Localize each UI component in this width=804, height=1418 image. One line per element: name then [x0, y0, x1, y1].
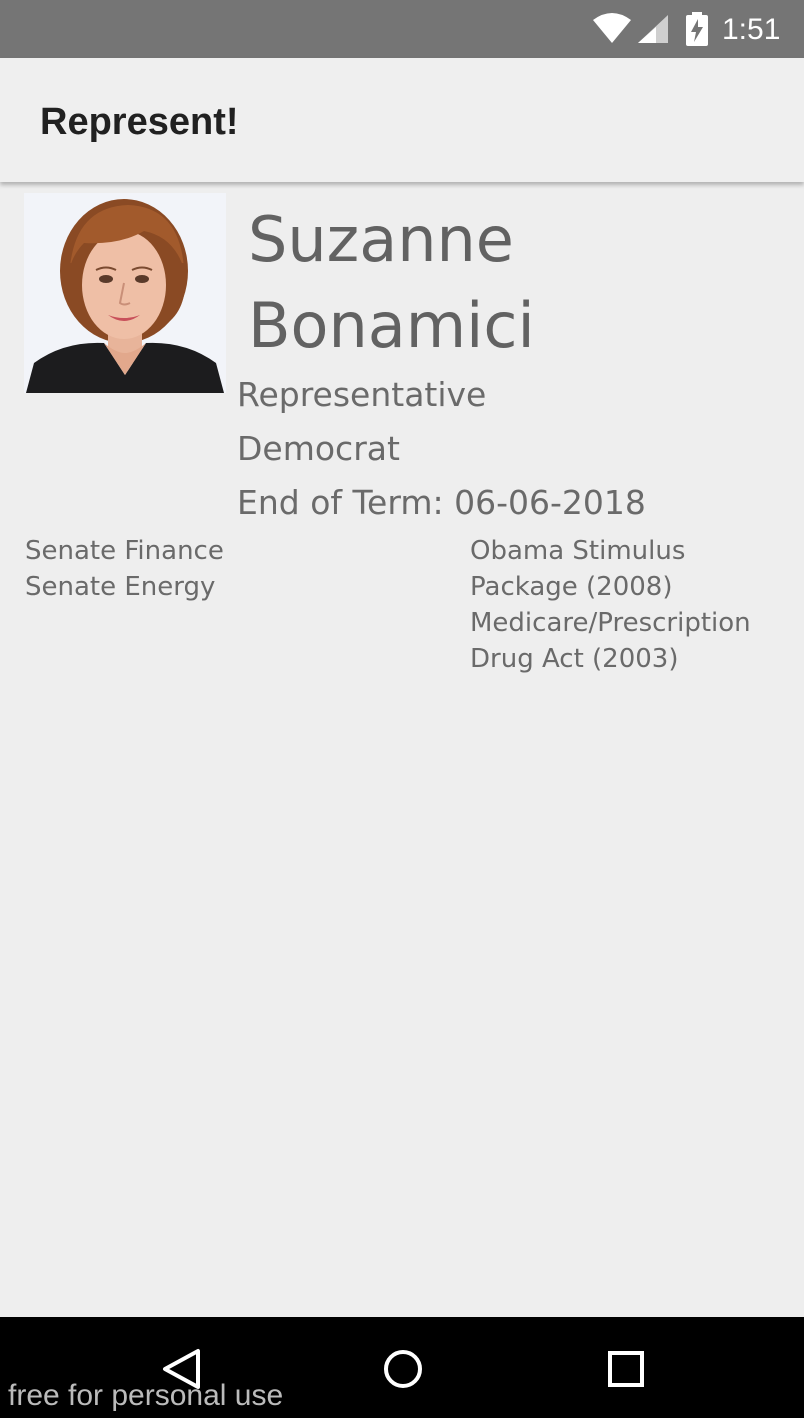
representative-party: Democrat [237, 429, 400, 468]
watermark-text: free for personal use [8, 1379, 284, 1412]
battery-charging-icon [686, 12, 708, 50]
status-bar: 1:51 [0, 0, 804, 58]
bill-line: Drug Act (2003) [470, 644, 679, 674]
recents-icon[interactable] [606, 1347, 646, 1395]
term-end-label: End of Term: [237, 483, 444, 522]
representative-detail: Suzanne Bonamici Representative Democrat… [0, 185, 804, 1317]
status-time: 1:51 [722, 13, 781, 46]
representative-title: Representative [237, 375, 487, 414]
committee-item: Senate Finance [25, 536, 224, 566]
representative-name: Suzanne Bonamici [248, 203, 535, 362]
home-icon[interactable] [382, 1347, 424, 1395]
bill-line: Obama Stimulus [470, 536, 686, 566]
term-end: End of Term: 06-06-2018 [237, 483, 646, 523]
app-bar: Represent! [0, 58, 804, 182]
bill-line: Medicare/Prescription [470, 608, 751, 638]
term-end-date: 06-06-2018 [454, 483, 646, 522]
signal-icon [636, 14, 670, 48]
wifi-icon [592, 12, 632, 48]
bill-line: Package (2008) [470, 572, 673, 602]
screen: 1:51 Represent! Suzanne Bonamici Represe… [0, 0, 804, 1418]
committee-item: Senate Energy [25, 572, 216, 602]
committees-list: Senate Finance Senate Energy [25, 533, 445, 605]
app-title: Represent! [40, 101, 239, 143]
representative-photo [24, 193, 226, 393]
bills-list: Obama Stimulus Package (2008) Medicare/P… [470, 533, 800, 677]
